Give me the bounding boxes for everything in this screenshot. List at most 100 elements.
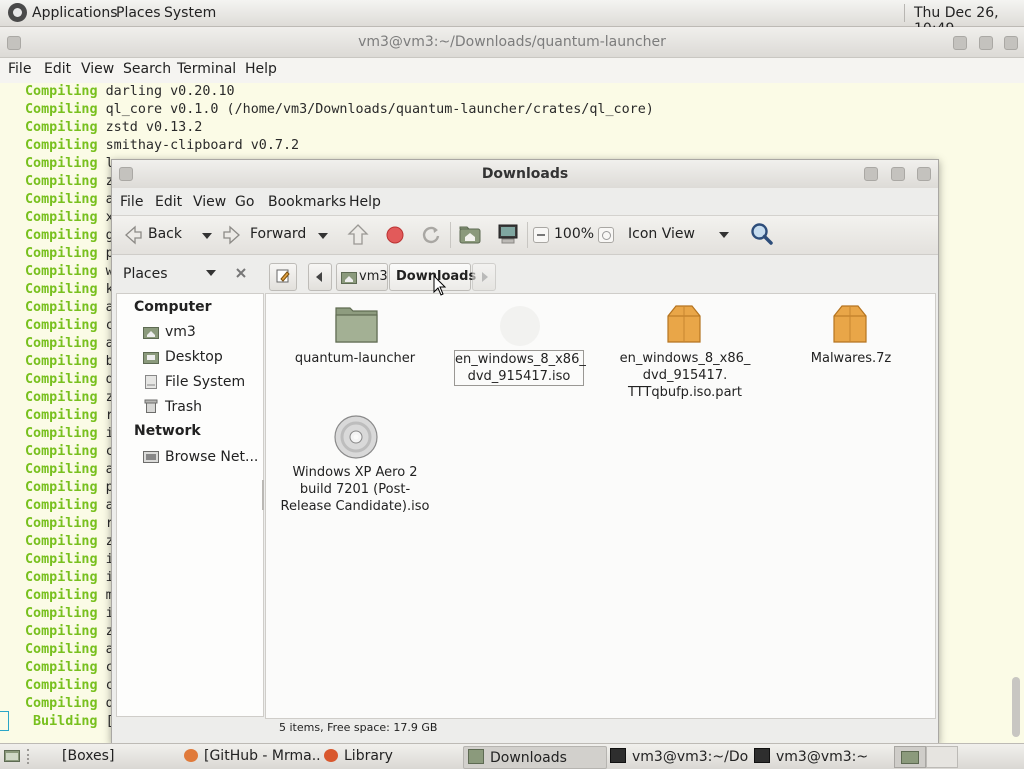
status-text: 5 items, Free space: 17.9 GB [279,721,438,734]
sidebar-item-desktop[interactable]: Desktop [143,348,259,368]
terminal-status-word: Compiling [25,282,98,297]
sidebar-item-browse-network[interactable]: Browse Net... [143,448,259,468]
terminal-line: Compiling l [25,156,114,171]
term-menu-edit[interactable]: Edit [44,61,71,77]
sidebar-item-label: Desktop [165,349,223,365]
breadcrumb-downloads[interactable]: Downloads [389,263,476,291]
task-github[interactable]: [GitHub - Mrma... [180,746,320,767]
term-menu-terminal[interactable]: Terminal [177,61,236,77]
task-terminal-home[interactable]: vm3@vm3:~ [750,746,890,767]
computer-icon[interactable] [497,223,519,245]
sidebar-item-label: Trash [165,399,202,415]
fm-statusbar: 5 items, Free space: 17.9 GB [112,717,938,741]
home-folder-icon[interactable] [459,224,481,244]
term-menu-file[interactable]: File [8,61,31,77]
pane-resize-handle[interactable] [262,480,264,510]
terminal-line-text: zstd v0.13.2 [105,120,203,135]
workspace-switcher[interactable] [894,746,926,768]
close-icon[interactable] [1004,36,1018,50]
distro-logo-icon[interactable] [8,3,27,22]
file-icon-view[interactable]: quantum-launcher en_windows_8_x86_ dvd_9… [265,293,936,719]
terminal-line: Compiling b [25,354,114,369]
terminal-line: Compiling c [25,444,114,459]
task-downloads[interactable]: Downloads [463,746,607,769]
terminal-line: Compiling c [25,318,114,333]
taskbar-handle[interactable] [27,749,35,764]
back-history-arrow-icon[interactable] [202,233,212,239]
file-item[interactable]: en_windows_8_x86_ dvd_915417.iso [444,302,594,392]
top-panel: Applications Places System Thu Dec 26, 1… [0,0,1024,37]
task-label: Downloads [490,750,567,766]
file-item[interactable]: quantum-launcher [280,302,430,372]
sidebar-item-trash[interactable]: Trash [143,398,259,418]
fm-menu-edit[interactable]: Edit [155,194,182,210]
minimize-icon[interactable] [864,167,878,181]
stop-icon[interactable] [386,226,404,244]
workspace-2[interactable] [926,746,958,768]
fm-titlebar[interactable]: Downloads [112,160,938,188]
forward-history-arrow-icon[interactable] [318,233,328,239]
terminal-scrollbar[interactable] [1012,677,1020,737]
search-icon[interactable] [750,222,774,246]
up-arrow-icon[interactable] [347,223,369,247]
reload-icon[interactable] [421,225,441,245]
fm-title: Downloads [481,166,569,182]
breadcrumb-right-button[interactable] [472,263,496,291]
workspace-1[interactable] [901,751,919,764]
terminal-status-word: Compiling [25,102,98,117]
terminal-status-word: Compiling [25,120,98,135]
terminal-status-word: Compiling [25,570,98,585]
terminal-line: Compiling a [25,498,114,513]
zoom-out-button[interactable] [533,227,549,243]
places-menu[interactable]: Places [116,5,161,21]
task-terminal-downloads[interactable]: vm3@vm3:~/Do... [606,746,748,767]
terminal-titlebar[interactable]: vm3@vm3:~/Downloads/quantum-launcher [0,27,1024,58]
terminal-status-word: Compiling [25,444,98,459]
task-library[interactable]: Library [320,746,460,767]
file-item[interactable]: en_windows_8_x86_ dvd_915417. TTTqbufp.i… [610,302,760,400]
term-menu-view[interactable]: View [81,61,114,77]
forward-button[interactable]: Forward [222,224,330,246]
maximize-icon[interactable] [979,36,993,50]
fm-menu-bookmarks[interactable]: Bookmarks [268,194,346,210]
close-sidebar-icon[interactable] [234,266,248,280]
zoom-in-button[interactable] [598,227,614,243]
back-button[interactable]: Back [121,224,213,246]
edit-location-button[interactable] [269,263,297,291]
fm-menu-go[interactable]: Go [235,194,254,210]
view-mode-select[interactable]: Icon View [624,223,736,247]
task-boxes[interactable]: [Boxes] [40,746,180,767]
system-menu[interactable]: System [164,5,216,21]
term-menu-help[interactable]: Help [245,61,277,77]
disc-icon [334,415,378,459]
term-menu-search[interactable]: Search [123,61,171,77]
terminal-status-word: Compiling [25,156,98,171]
breadcrumb-vm3[interactable]: vm3 [336,263,388,291]
minimize-icon[interactable] [953,36,967,50]
show-desktop-icon[interactable] [4,748,20,764]
terminal-status-word: Compiling [25,426,98,441]
terminal-status-word: Compiling [25,606,98,621]
applications-menu[interactable]: Applications [32,5,118,21]
file-item[interactable]: Malwares.7z [776,302,926,372]
close-icon[interactable] [917,167,931,181]
breadcrumb-vm3-label: vm3 [359,269,388,284]
home-folder-icon [143,327,159,339]
sidebar-item-vm3[interactable]: vm3 [143,323,259,343]
file-item[interactable]: Windows XP Aero 2 build 7201 (Post- Rele… [280,412,430,514]
breadcrumb-left-button[interactable] [308,263,332,291]
fm-menu-view[interactable]: View [193,194,226,210]
sidebar-item-file-system[interactable]: File System [143,373,259,393]
terminal-line: Compiling r [25,408,114,423]
maximize-icon[interactable] [891,167,905,181]
folder-icon [468,749,484,764]
fm-menu-file[interactable]: File [120,194,143,210]
places-selector-label[interactable]: Places [123,266,168,282]
terminal-line: Compiling c [25,678,114,693]
fm-menu-help[interactable]: Help [349,194,381,210]
terminal-line: Compiling i [25,570,114,585]
places-dropdown-arrow-icon[interactable] [206,270,216,276]
terminal-menubar: File Edit View Search Terminal Help [0,58,1024,83]
terminal-line: Compiling smithay-clipboard v0.7.2 [25,138,299,153]
terminal-line: Compiling i [25,606,114,621]
